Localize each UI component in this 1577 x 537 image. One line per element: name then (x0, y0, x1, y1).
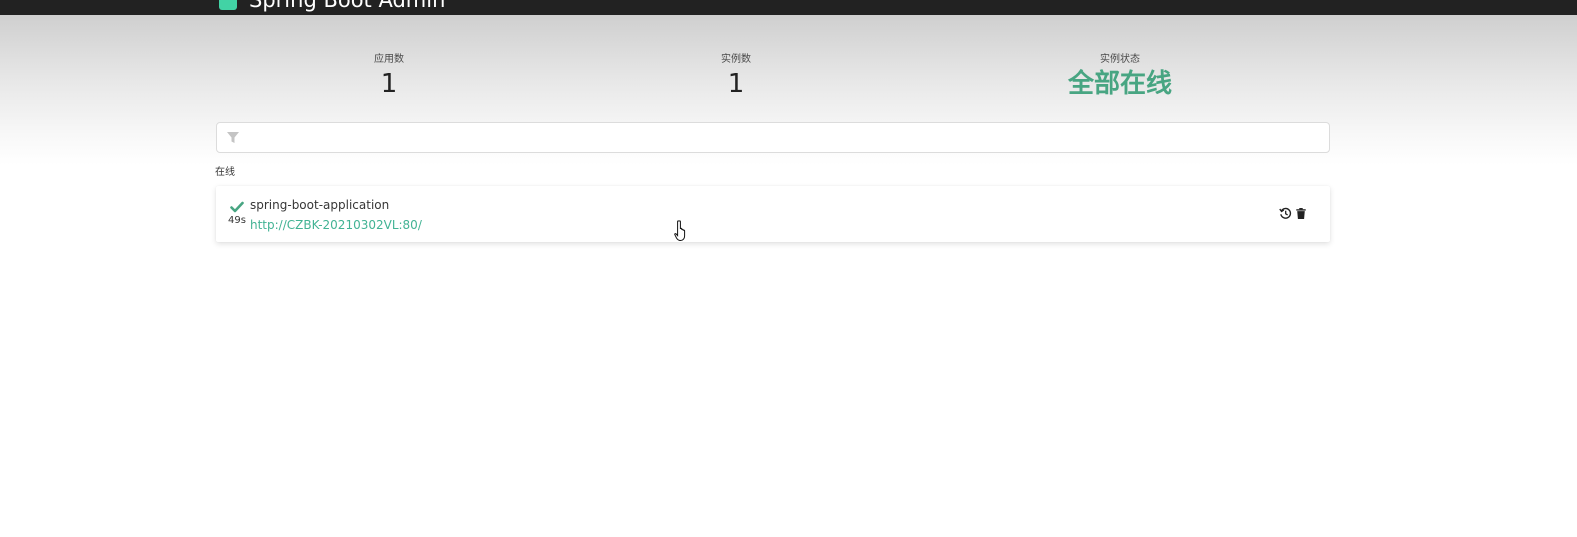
application-url-link[interactable]: http://CZBK-20210302VL:80/ (250, 217, 422, 233)
application-uptime: 49s (228, 215, 246, 226)
application-card[interactable]: 49s spring-boot-application http://CZBK-… (216, 186, 1330, 242)
stat-status: 实例状态 全部在线 (1020, 53, 1220, 100)
stat-instances-label: 实例数 (721, 54, 751, 65)
brand-name: Spring Boot Admin (249, 0, 446, 12)
top-navbar: Spring Boot Admin (0, 0, 1577, 15)
delete-button[interactable] (1294, 206, 1308, 220)
trash-icon (1296, 207, 1306, 219)
group-label-online: 在线 (215, 167, 235, 178)
brand-logo-icon (219, 0, 237, 10)
hand-cursor-icon (674, 220, 686, 242)
history-icon (1278, 207, 1291, 219)
filter-input[interactable] (247, 125, 1321, 152)
stat-applications-label: 应用数 (374, 54, 404, 65)
stat-instances: 实例数 1 (636, 53, 836, 100)
history-button[interactable] (1278, 206, 1292, 220)
application-name[interactable]: spring-boot-application (250, 197, 389, 213)
application-actions (1278, 206, 1308, 220)
filter-box (216, 122, 1330, 153)
filter-icon (227, 132, 239, 143)
stat-instances-value: 1 (727, 69, 745, 99)
stat-status-value: 全部在线 (1067, 69, 1172, 99)
stat-status-label: 实例状态 (1100, 54, 1140, 65)
stat-applications: 应用数 1 (289, 53, 489, 100)
stat-applications-value: 1 (380, 69, 398, 99)
brand[interactable]: Spring Boot Admin (219, 0, 445, 12)
check-icon (230, 201, 244, 213)
